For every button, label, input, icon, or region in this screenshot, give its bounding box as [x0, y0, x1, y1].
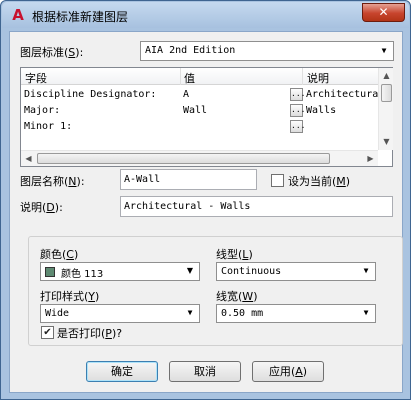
column-header-field[interactable]: 字段 — [25, 70, 47, 86]
table-row[interactable]: Major: Wall ... Walls — [21, 103, 378, 118]
cancel-button[interactable]: 取消 — [169, 361, 241, 382]
scroll-right-arrow-icon[interactable]: ▶ — [363, 151, 378, 166]
lineweight-dropdown[interactable]: 0.50 mm ▼ — [216, 304, 376, 323]
color-swatch — [45, 267, 55, 277]
lineweight-label: 线宽(W) — [216, 290, 258, 303]
color-value: 颜色 113 — [61, 269, 104, 280]
color-dropdown[interactable]: 颜色 113 ▼ — [40, 262, 200, 281]
plot-style-label-text: 打印样式 — [40, 290, 84, 303]
row-description: Architectura — [306, 89, 379, 100]
plot-style-hotkey: Y — [88, 290, 96, 303]
description-label-text: 说明 — [20, 201, 42, 214]
layer-standard-hotkey: S — [68, 46, 76, 59]
row-field: Minor 1: — [24, 121, 73, 132]
window-title: 根据标准新建图层 — [32, 10, 129, 24]
vertical-scrollbar[interactable]: ▲ ▼ — [378, 68, 393, 150]
close-button[interactable]: ✕ — [362, 3, 405, 22]
layer-standard-dropdown[interactable]: AIA 2nd Edition ▼ — [140, 41, 394, 61]
lineweight-hotkey: W — [242, 290, 254, 303]
ok-button[interactable]: 确定 — [86, 361, 158, 382]
scroll-left-arrow-icon[interactable]: ◀ — [21, 151, 36, 166]
chevron-down-icon: ▼ — [381, 46, 387, 55]
plot-hotkey: P — [105, 327, 112, 340]
column-divider[interactable] — [180, 68, 181, 85]
layer-name-hotkey: N — [68, 175, 77, 188]
linetype-hotkey: L — [242, 248, 249, 261]
chevron-down-icon: ▼ — [187, 308, 193, 317]
autocad-logo-icon: A — [12, 6, 24, 24]
ellipsis-button[interactable]: ... — [290, 104, 305, 117]
table-row[interactable]: Discipline Designator: A ... Architectur… — [21, 87, 378, 102]
set-current-checkbox[interactable] — [271, 174, 284, 187]
set-current-hotkey: M — [336, 175, 346, 188]
ellipsis-button[interactable]: ... — [290, 88, 305, 101]
color-label: 颜色(C) — [40, 248, 79, 261]
description-label: 说明(D): — [20, 201, 63, 214]
column-header-value[interactable]: 值 — [184, 70, 195, 86]
title-bar[interactable]: A 根据标准新建图层 ✕ — [2, 2, 409, 28]
apply-hotkey: A — [295, 365, 303, 378]
apply-button[interactable]: 应用(A) — [252, 361, 324, 382]
scroll-up-arrow-icon[interactable]: ▲ — [379, 68, 394, 83]
table-header: 字段 值 说明 — [21, 68, 378, 85]
plot-label[interactable]: 是否打印(P)? — [57, 325, 122, 341]
lineweight-value: 0.50 mm — [221, 308, 264, 319]
layer-standard-label-text: 图层标准 — [20, 46, 64, 59]
color-hotkey: C — [66, 248, 74, 261]
linetype-dropdown[interactable]: Continuous ▼ — [216, 262, 376, 281]
set-current-label[interactable]: 设为当前(M) — [288, 173, 350, 189]
chevron-down-icon: ▼ — [363, 308, 369, 317]
column-header-description[interactable]: 说明 — [307, 70, 329, 86]
layer-name-label-text: 图层名称 — [20, 175, 64, 188]
layer-standard-label: 图层标准(S): — [20, 46, 84, 59]
linetype-label-text: 线型 — [216, 248, 238, 261]
chevron-down-icon: ▼ — [186, 266, 194, 275]
layer-name-input[interactable]: A-Wall — [120, 169, 257, 190]
plot-style-label: 打印样式(Y) — [40, 290, 100, 303]
column-divider[interactable] — [302, 68, 303, 85]
dialog-window: A 根据标准新建图层 ✕ 图层标准(S): AIA 2nd Edition ▼ … — [0, 0, 411, 400]
scroll-down-arrow-icon[interactable]: ▼ — [379, 134, 394, 149]
set-current-label-text: 设为当前 — [288, 175, 332, 188]
horizontal-scroll-thumb[interactable] — [37, 153, 330, 164]
close-icon: ✕ — [378, 5, 389, 19]
row-value: A — [183, 89, 190, 100]
plot-style-value: Wide — [45, 308, 70, 319]
layer-name-label: 图层名称(N): — [20, 175, 85, 188]
description-hotkey: D — [46, 201, 55, 214]
lineweight-label-text: 线宽 — [216, 290, 238, 303]
vertical-scroll-thumb[interactable] — [381, 84, 392, 102]
plot-label-text: 是否打印 — [57, 327, 101, 340]
row-description: Walls — [306, 105, 337, 116]
row-field: Major: — [24, 105, 61, 116]
description-input[interactable]: Architectural - Walls — [120, 196, 393, 217]
standard-fields-table[interactable]: 字段 值 说明 Discipline Designator: A ... Arc… — [20, 67, 393, 167]
table-row[interactable]: Minor 1: ... — [21, 119, 378, 134]
row-value: Wall — [183, 105, 208, 116]
linetype-value: Continuous — [221, 266, 282, 277]
checkmark-icon: ✔ — [43, 327, 52, 338]
description-value: Architectural - Walls — [124, 201, 251, 212]
layer-standard-value: AIA 2nd Edition — [145, 45, 236, 56]
dialog-client-area: 图层标准(S): AIA 2nd Edition ▼ 字段 值 说明 Disci… — [9, 31, 403, 393]
chevron-down-icon: ▼ — [363, 266, 369, 275]
layer-name-value: A-Wall — [124, 174, 161, 185]
horizontal-scrollbar[interactable]: ◀ ▶ — [21, 150, 378, 166]
apply-button-label: 应用 — [268, 365, 291, 378]
row-field: Discipline Designator: — [24, 89, 157, 100]
color-label-text: 颜色 — [40, 248, 62, 261]
linetype-label: 线型(L) — [216, 248, 253, 261]
plot-style-dropdown[interactable]: Wide ▼ — [40, 304, 200, 323]
plot-checkbox[interactable]: ✔ — [41, 326, 54, 339]
ellipsis-button[interactable]: ... — [290, 120, 305, 133]
plot-label-suffix: ? — [116, 327, 123, 340]
